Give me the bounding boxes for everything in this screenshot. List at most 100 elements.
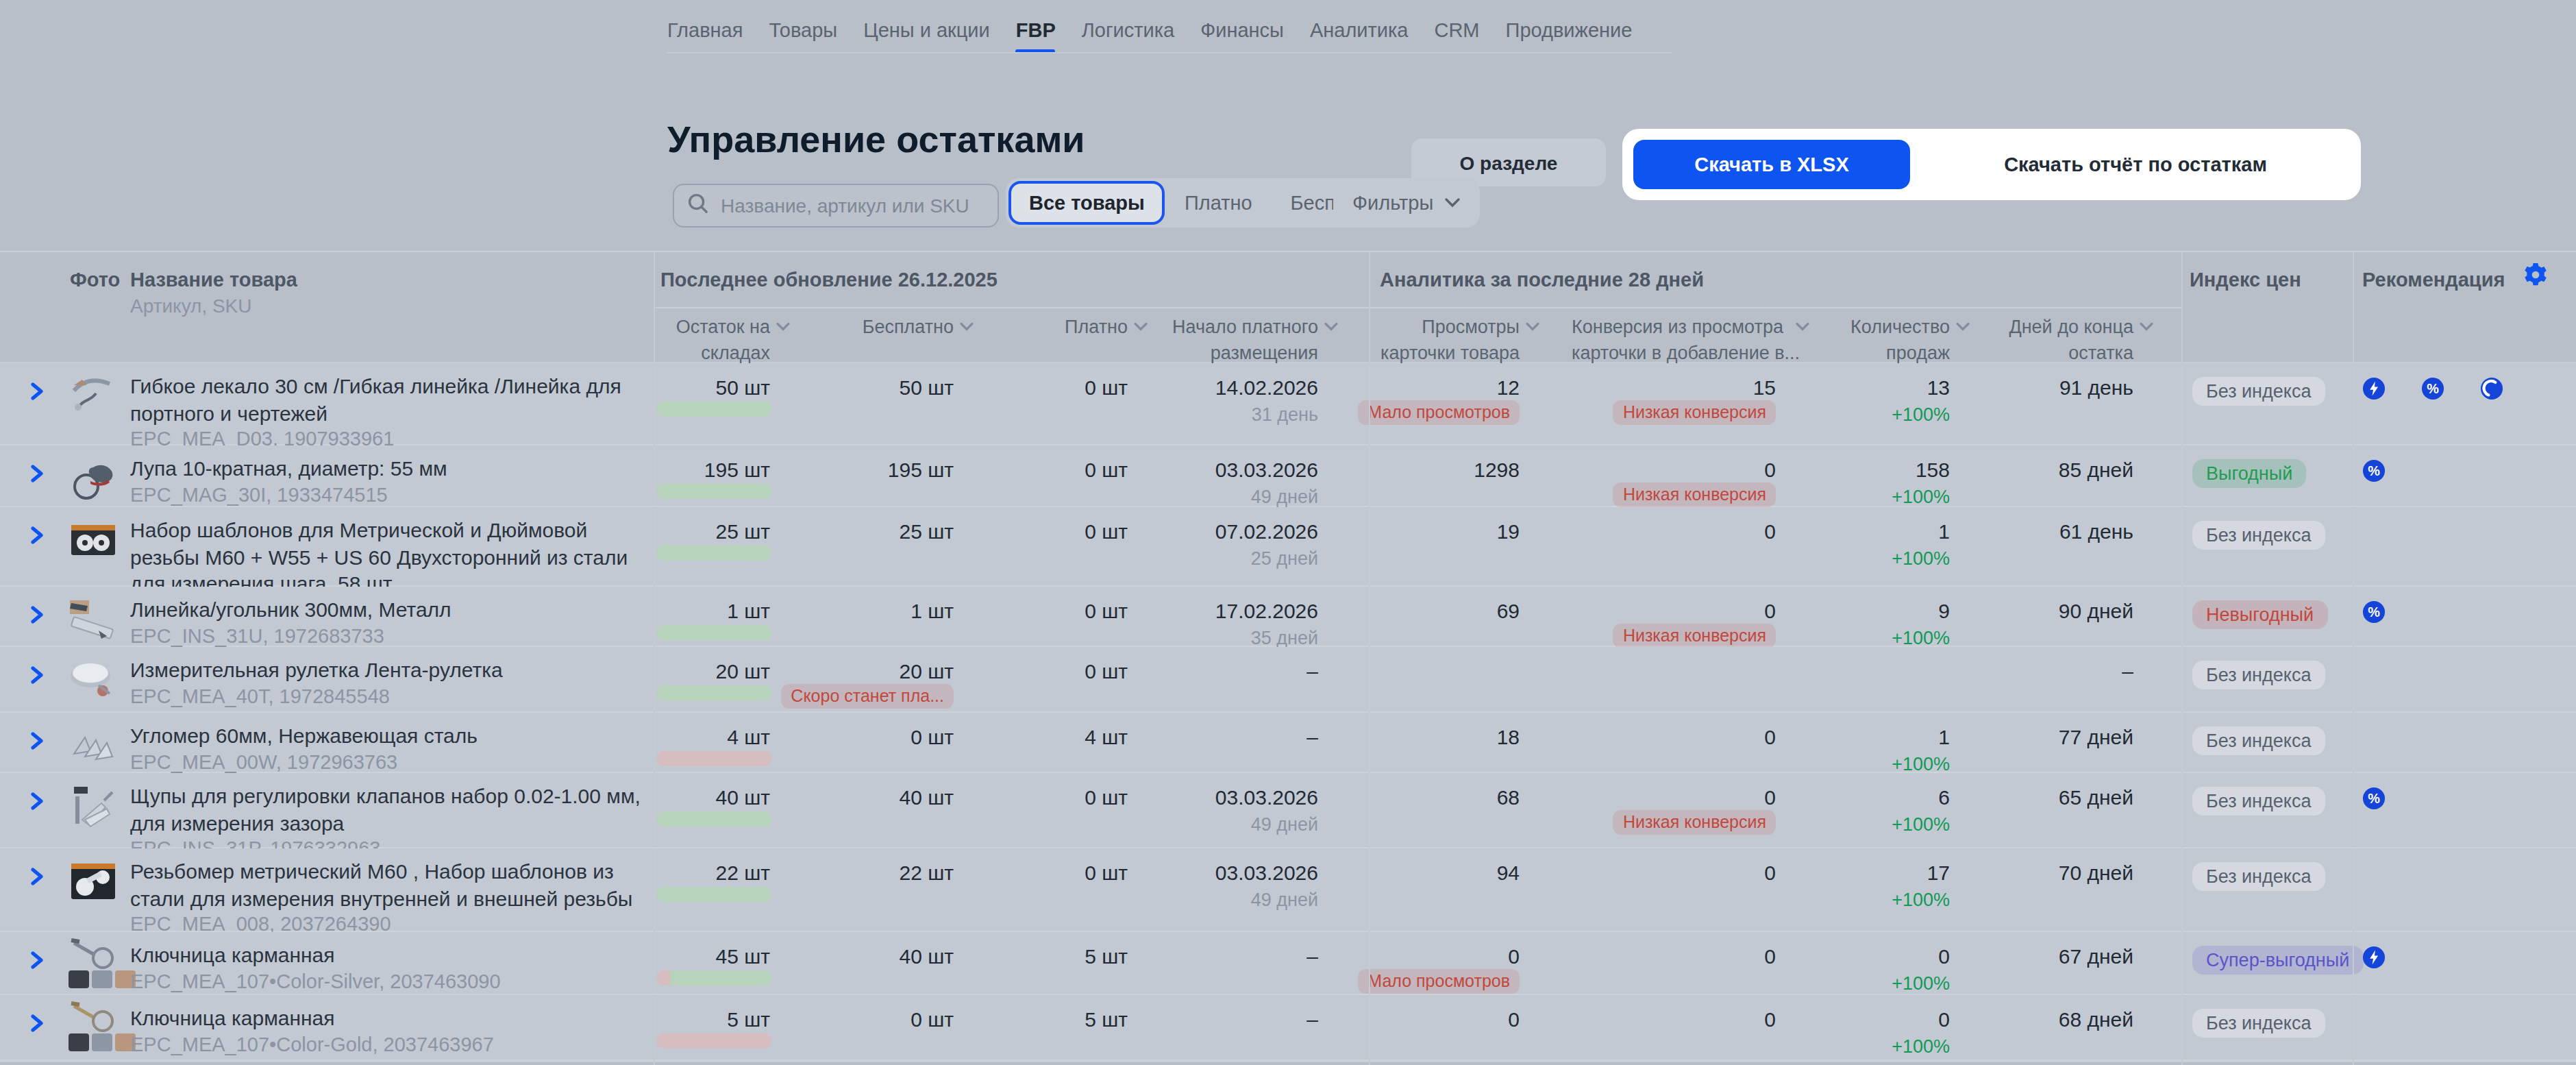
filters-button[interactable]: Фильтры [1333, 178, 1480, 228]
days-left-value: 77 дней [2059, 725, 2133, 748]
paid-start-days: 31 день [1252, 404, 1318, 425]
product-name: Линейка/угольник 300мм, Металл [130, 596, 654, 623]
nav-item-2[interactable]: Цены и акции [863, 19, 990, 41]
paid-start-date: 07.02.2026 [1215, 519, 1318, 543]
paid-start-date: 03.03.2026 [1215, 785, 1318, 809]
sales-value: 9 [1938, 599, 1950, 622]
stock-value: 25 шт [715, 519, 770, 543]
product-name: Угломер 60мм, Нержавеющая сталь [130, 722, 654, 749]
sales-value: 0 [1938, 944, 1950, 968]
product-name: Ключница карманная [130, 1005, 654, 1031]
nav-item-0[interactable]: Главная [667, 19, 743, 41]
paid-start-days: 49 дней [1251, 487, 1318, 507]
price-index-badge: Выгодный [2192, 459, 2306, 488]
sort-header-sales[interactable]: Количествопродаж [1850, 314, 1950, 366]
sales-value: 0 [1938, 1007, 1950, 1031]
conversion-value: 0 [1764, 944, 1776, 968]
percent-icon[interactable]: % [2362, 600, 2386, 624]
nav-item-8[interactable]: Продвижение [1506, 19, 1633, 41]
percent-icon[interactable]: % [2362, 787, 2386, 810]
nav-item-6[interactable]: Аналитика [1310, 19, 1409, 41]
expand-row-chevron-icon[interactable] [30, 791, 44, 816]
paid-start-date: 03.03.2026 [1215, 861, 1318, 884]
table-row: Щупы для регулировки клапанов набор 0.02… [0, 773, 2576, 848]
expand-row-chevron-icon[interactable] [30, 525, 44, 550]
expand-row-chevron-icon[interactable] [30, 950, 44, 975]
lightning-icon[interactable] [2362, 946, 2386, 969]
sort-header-start[interactable]: Начало платногоразмещения [1172, 314, 1318, 366]
product-name: Щупы для регулировки клапанов набор 0.02… [130, 783, 654, 836]
svg-text:%: % [2427, 381, 2439, 396]
nav-item-3[interactable]: FBP [1016, 19, 1056, 41]
table-row: Гибкое лекало 30 см /Гибкая линейка /Лин… [0, 363, 2576, 445]
price-index-badge: Без индекса [2192, 661, 2325, 689]
sales-delta: +100% [1892, 973, 1950, 994]
views-value: 18 [1497, 725, 1520, 748]
sort-header-views[interactable]: Просмотрыкарточки товара [1380, 314, 1520, 366]
views-value: 0 [1508, 944, 1520, 968]
filter-chip-0[interactable]: Все товары [1008, 181, 1165, 225]
expand-row-chevron-icon[interactable] [30, 731, 44, 755]
filter-chip-1[interactable]: Платно [1165, 192, 1272, 214]
nav-divider [667, 52, 1672, 53]
col-recommendation-label: Рекомендация [2362, 269, 2505, 291]
percent-icon[interactable]: % [2421, 377, 2444, 400]
lightning-icon[interactable] [2362, 377, 2386, 400]
sort-header-conversion[interactable]: Конверсия из просмотракарточки в добавле… [1572, 314, 1818, 366]
conversion-badge: Низкая конверсия [1613, 624, 1776, 648]
product-sku: EPC_MEA_00W, 1972963763 [130, 750, 654, 772]
table-settings-gear-icon[interactable] [2524, 263, 2547, 292]
paid-start-days: 35 дней [1251, 628, 1318, 648]
search-input-wrap[interactable] [673, 184, 999, 228]
days-left-value: 85 дней [2059, 458, 2133, 481]
nav-item-7[interactable]: CRM [1434, 19, 1479, 41]
stock-value: 22 шт [715, 861, 770, 884]
views-badge: Мало просмотров [1358, 969, 1520, 994]
expand-row-chevron-icon[interactable] [30, 665, 44, 689]
dynamics-icon[interactable] [2480, 377, 2503, 400]
nav-item-1[interactable]: Товары [769, 19, 837, 41]
conversion-value: 0 [1764, 458, 1776, 481]
product-photo [69, 454, 118, 503]
nav-item-5[interactable]: Финансы [1200, 19, 1284, 41]
recommendation-icons: % [2362, 377, 2503, 400]
nav-item-4[interactable]: Логистика [1082, 19, 1174, 41]
stock-bar [656, 546, 771, 561]
product-name: Гибкое лекало 30 см /Гибкая линейка /Лин… [130, 373, 654, 426]
download-xlsx-button[interactable]: Скачать в XLSX [1633, 140, 1910, 189]
sales-delta: +100% [1892, 814, 1950, 835]
page-title: Управление остатками [667, 119, 1085, 162]
sales-value: 6 [1938, 785, 1950, 809]
stock-bar [656, 685, 771, 700]
paid-start-date: 17.02.2026 [1215, 599, 1318, 622]
sort-header-days[interactable]: Дней до концаостатка [2009, 314, 2133, 366]
percent-icon[interactable]: % [2362, 459, 2386, 482]
expand-row-chevron-icon[interactable] [30, 381, 44, 406]
price-index-badge: Без индекса [2192, 1009, 2325, 1038]
table-row: Набор шаблонов для Метрической и Дюймово… [0, 507, 2576, 587]
search-input[interactable] [718, 193, 984, 218]
sort-header-stock[interactable]: Остаток наскладах [676, 314, 770, 366]
download-buttons-group: Скачать в XLSX Скачать отчёт по остаткам [1622, 129, 2361, 200]
stock-bar [656, 1033, 771, 1049]
recommendation-icons: % [2362, 459, 2386, 482]
expand-row-chevron-icon[interactable] [30, 463, 44, 488]
expand-row-chevron-icon[interactable] [30, 866, 44, 891]
recommendation-icons: % [2362, 600, 2386, 624]
paid-start-days: 49 дней [1251, 814, 1318, 835]
download-stock-report-button[interactable]: Скачать отчёт по остаткам [1921, 140, 2350, 189]
product-photo [69, 655, 118, 705]
views-value: 69 [1497, 599, 1520, 622]
sort-header-free[interactable]: Бесплатно [863, 314, 954, 340]
sort-header-paid[interactable]: Платно [1065, 314, 1128, 340]
table-row: Угломер 60мм, Нержавеющая сталь EPC_MEA_… [0, 713, 2576, 773]
expand-row-chevron-icon[interactable] [30, 1013, 44, 1038]
product-photo-thumbnails [69, 1033, 136, 1051]
product-name: Ключница карманная [130, 942, 654, 968]
product-sku: EPC_INS_31U, 1972683733 [130, 624, 654, 646]
paid-start-date: – [1306, 659, 1318, 683]
expand-row-chevron-icon[interactable] [30, 604, 44, 629]
sales-delta: +100% [1892, 628, 1950, 648]
paid-value: 4 шт [1085, 725, 1128, 748]
paid-start-date: 03.03.2026 [1215, 458, 1318, 481]
